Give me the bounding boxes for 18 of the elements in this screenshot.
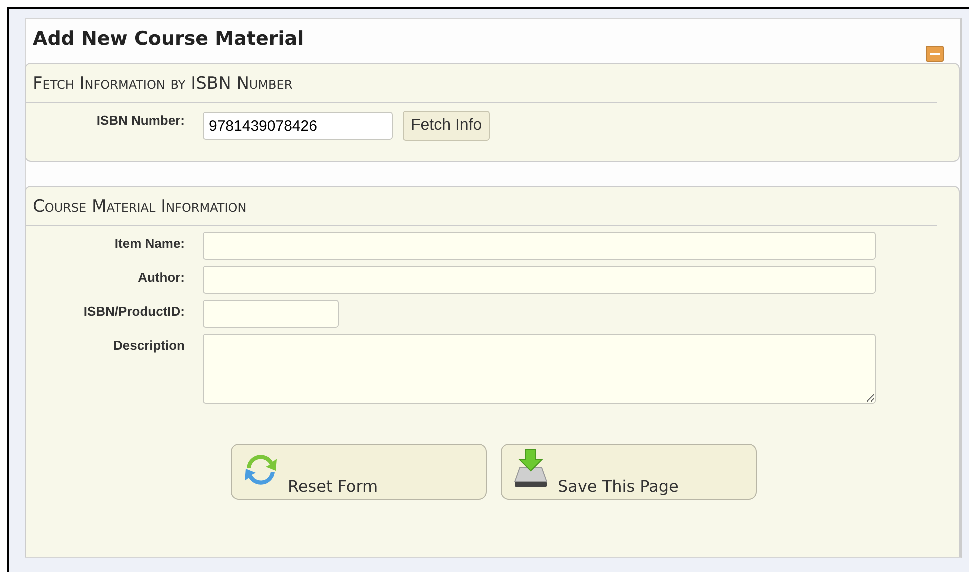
input-field[interactable] <box>203 266 876 294</box>
field-label: Description <box>112 337 185 353</box>
section-heading: Fetch Information by ISBN Number <box>26 64 937 103</box>
field-label: Item Name: <box>114 235 185 251</box>
input-field[interactable] <box>203 232 876 260</box>
isbn-field[interactable]: 9781439078426 <box>203 112 393 140</box>
description-field[interactable] <box>203 334 876 404</box>
save-button[interactable]: Save This Page <box>501 444 757 500</box>
input-field[interactable] <box>203 300 339 328</box>
field-label: Author: <box>137 269 185 285</box>
panel-title: Add New Course Material <box>33 28 304 50</box>
collapse-icon[interactable] <box>926 46 944 62</box>
fetch-button[interactable]: Fetch Info <box>403 111 490 141</box>
reset-button[interactable]: Reset Form <box>231 444 487 500</box>
section-heading: Course Material Information <box>26 187 937 226</box>
field-label: ISBN Number: <box>96 112 185 128</box>
drive-download-icon <box>512 448 550 490</box>
field-label: ISBN/ProductID: <box>82 303 185 319</box>
